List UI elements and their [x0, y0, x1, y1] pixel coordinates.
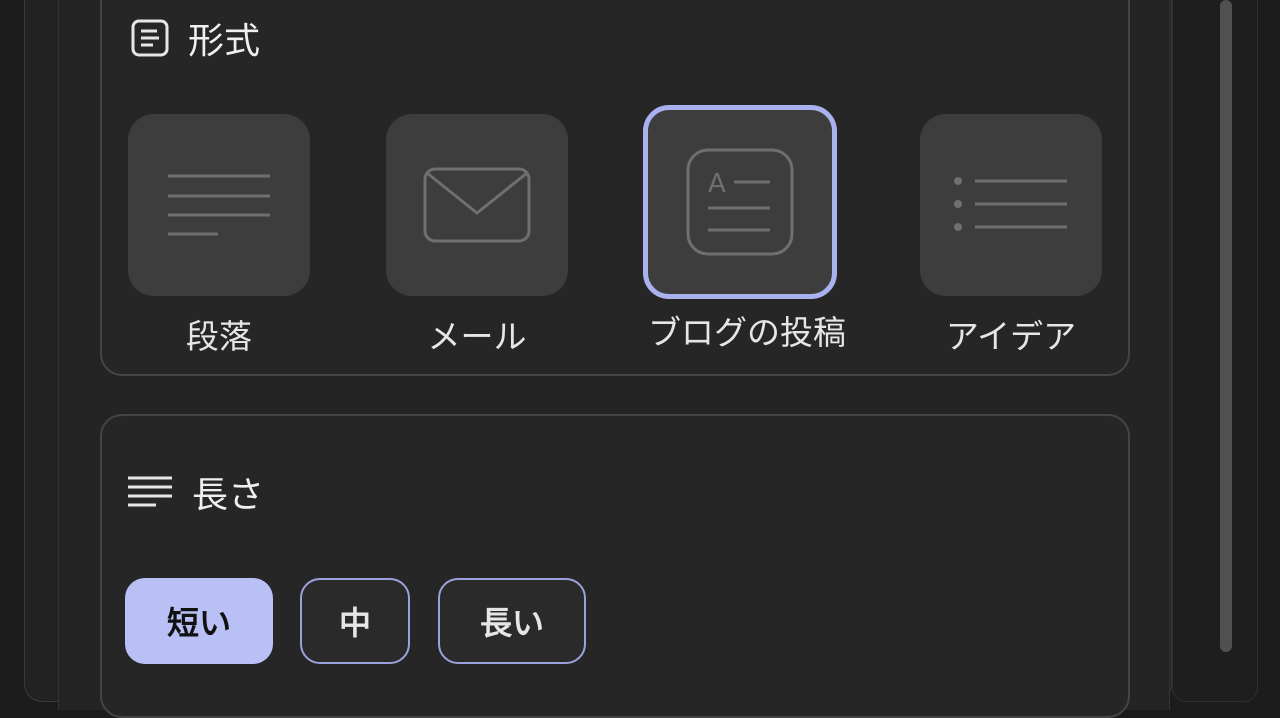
format-option-label: ブログの投稿: [648, 313, 846, 352]
side-panel: [1172, 0, 1258, 702]
format-option-label: アイデア: [945, 317, 1077, 356]
length-medium-chip[interactable]: 中: [300, 578, 410, 664]
blog-post-icon: A: [686, 148, 794, 256]
length-short-chip[interactable]: 短い: [125, 578, 273, 664]
format-option-paragraph[interactable]: 段落: [128, 114, 310, 356]
format-option-mail[interactable]: メール: [386, 114, 568, 356]
format-option-tile[interactable]: [128, 114, 310, 296]
format-option-label: 段落: [186, 317, 252, 356]
paragraph-icon: [168, 174, 270, 236]
length-title: 長さ: [192, 475, 265, 516]
text-lines-icon: [128, 476, 172, 507]
format-option-tile[interactable]: [920, 114, 1102, 296]
format-option-tile[interactable]: A: [643, 105, 837, 299]
scrollbar[interactable]: [1220, 0, 1232, 652]
length-section: [100, 414, 1130, 718]
format-option-label: メール: [427, 317, 527, 356]
mail-icon: [423, 167, 531, 243]
length-long-chip[interactable]: 長い: [438, 578, 586, 664]
format-option-idea[interactable]: アイデア: [920, 114, 1102, 356]
format-option-tile[interactable]: [386, 114, 568, 296]
length-section-header: 長さ: [126, 466, 264, 518]
bullet-list-icon: [954, 177, 1067, 231]
format-option-blog-post[interactable]: A ブログの投稿: [643, 105, 846, 352]
svg-text:A: A: [708, 169, 726, 199]
format-section-header: 形式: [130, 12, 260, 64]
format-title: 形式: [188, 21, 261, 62]
document-icon: [131, 19, 169, 57]
